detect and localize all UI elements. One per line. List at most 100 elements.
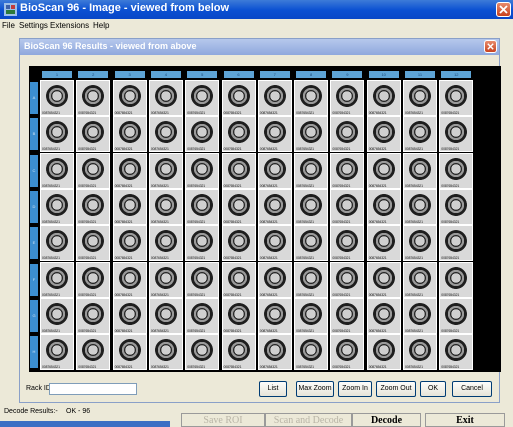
tube-cell[interactable]: 0087654321 xyxy=(185,297,220,334)
exit-button[interactable]: Exit xyxy=(425,413,505,427)
menu-help[interactable]: Help xyxy=(93,21,109,30)
tube-cell[interactable]: 0087654321 xyxy=(439,116,474,153)
tube-cell[interactable]: 0087654321 xyxy=(221,261,256,298)
column-header[interactable]: 1 xyxy=(42,71,72,78)
tube-cell[interactable]: 0087654321 xyxy=(148,225,183,262)
tube-cell[interactable]: 0087654321 xyxy=(403,152,437,189)
tube-cell[interactable]: 0087654321 xyxy=(148,188,183,225)
tube-cell[interactable]: 0087654321 xyxy=(366,261,401,298)
tube-cell[interactable]: 0087654321 xyxy=(330,188,365,225)
scan-and-decode-button[interactable]: Scan and Decode xyxy=(265,413,352,427)
column-header[interactable]: 3 xyxy=(114,71,145,78)
tube-cell[interactable]: 0087654321 xyxy=(221,297,256,334)
tube-cell[interactable]: 0087654321 xyxy=(148,334,183,371)
tube-cell[interactable]: 0087654321 xyxy=(439,225,474,262)
tube-cell[interactable]: 0087654321 xyxy=(185,225,220,262)
row-header[interactable]: D xyxy=(30,190,38,223)
tube-cell[interactable]: 0087654321 xyxy=(76,297,111,334)
tube-cell[interactable]: 0087654321 xyxy=(294,334,329,371)
tube-cell[interactable]: 0087654321 xyxy=(76,225,111,262)
results-close-button[interactable] xyxy=(484,40,497,53)
column-header[interactable]: 11 xyxy=(405,71,435,78)
column-header[interactable]: 4 xyxy=(150,71,181,78)
tube-cell[interactable]: 0087654321 xyxy=(40,261,74,298)
decode-button[interactable]: Decode xyxy=(352,413,421,427)
tube-cell[interactable]: 0087654321 xyxy=(40,334,74,371)
tube-cell[interactable]: 0087654321 xyxy=(403,261,437,298)
row-header[interactable]: C xyxy=(30,154,38,187)
tube-cell[interactable]: 0087654321 xyxy=(148,261,183,298)
tube-cell[interactable]: 0087654321 xyxy=(148,80,183,116)
tube-cell[interactable]: 0087654321 xyxy=(221,334,256,371)
tube-cell[interactable]: 0087654321 xyxy=(366,334,401,371)
tube-cell[interactable]: 0087654321 xyxy=(257,152,292,189)
tube-cell[interactable]: 0087654321 xyxy=(403,225,437,262)
tube-cell[interactable]: 0087654321 xyxy=(403,116,437,153)
main-title-bar[interactable]: BioScan 96 - Image - viewed from below xyxy=(0,0,513,19)
tube-cell[interactable]: 0087654321 xyxy=(366,152,401,189)
tube-cell[interactable]: 0087654321 xyxy=(76,80,111,116)
tube-cell[interactable]: 0087654321 xyxy=(294,116,329,153)
tube-cell[interactable]: 0087654321 xyxy=(112,188,147,225)
list-button[interactable]: List xyxy=(259,381,287,397)
tube-cell[interactable]: 0087654321 xyxy=(330,152,365,189)
tube-cell[interactable]: 0087654321 xyxy=(257,225,292,262)
column-header[interactable]: 7 xyxy=(259,71,290,78)
tube-cell[interactable]: 0087654321 xyxy=(221,225,256,262)
menu-file[interactable]: File xyxy=(2,21,15,30)
tube-cell[interactable]: 0087654321 xyxy=(439,152,474,189)
tube-cell[interactable]: 0087654321 xyxy=(366,80,401,116)
tube-cell[interactable]: 0087654321 xyxy=(40,225,74,262)
results-title-bar[interactable]: BioScan 96 Results - viewed from above xyxy=(20,39,499,55)
zoom-in-button[interactable]: Zoom In xyxy=(338,381,372,397)
tube-cell[interactable]: 0087654321 xyxy=(257,261,292,298)
tube-cell[interactable]: 0087654321 xyxy=(148,116,183,153)
column-header[interactable]: 6 xyxy=(223,71,254,78)
column-header[interactable]: 8 xyxy=(296,71,327,78)
zoom-out-button[interactable]: Zoom Out xyxy=(376,381,416,397)
tube-cell[interactable]: 0087654321 xyxy=(148,152,183,189)
row-header[interactable]: H xyxy=(30,336,38,369)
tube-cell[interactable]: 0087654321 xyxy=(403,297,437,334)
tube-cell[interactable]: 0087654321 xyxy=(112,225,147,262)
row-header[interactable]: E xyxy=(30,227,38,260)
tube-cell[interactable]: 0087654321 xyxy=(185,188,220,225)
tube-cell[interactable]: 0087654321 xyxy=(185,334,220,371)
tube-cell[interactable]: 0087654321 xyxy=(112,297,147,334)
tube-cell[interactable]: 0087654321 xyxy=(185,152,220,189)
tube-cell[interactable]: 0087654321 xyxy=(40,152,74,189)
tube-cell[interactable]: 0087654321 xyxy=(257,334,292,371)
tube-cell[interactable]: 0087654321 xyxy=(294,152,329,189)
row-header[interactable]: F xyxy=(30,263,38,296)
tube-cell[interactable]: 0087654321 xyxy=(366,297,401,334)
tube-cell[interactable]: 0087654321 xyxy=(403,334,437,371)
window-close-button[interactable] xyxy=(496,2,511,17)
tube-cell[interactable]: 0087654321 xyxy=(221,152,256,189)
tube-cell[interactable]: 0087654321 xyxy=(76,116,111,153)
tube-cell[interactable]: 0087654321 xyxy=(40,116,74,153)
tube-cell[interactable]: 0087654321 xyxy=(294,80,329,116)
tube-cell[interactable]: 0087654321 xyxy=(40,188,74,225)
tube-cell[interactable]: 0087654321 xyxy=(257,116,292,153)
tube-cell[interactable]: 0087654321 xyxy=(148,297,183,334)
tube-cell[interactable]: 0087654321 xyxy=(330,261,365,298)
tube-cell[interactable]: 0087654321 xyxy=(366,188,401,225)
tube-cell[interactable]: 0087654321 xyxy=(294,225,329,262)
rack-id-input[interactable] xyxy=(49,383,137,395)
column-header[interactable]: 5 xyxy=(187,71,218,78)
tube-cell[interactable]: 0087654321 xyxy=(257,80,292,116)
tube-cell[interactable]: 0087654321 xyxy=(76,152,111,189)
tube-cell[interactable]: 0087654321 xyxy=(112,261,147,298)
tube-cell[interactable]: 0087654321 xyxy=(185,80,220,116)
tube-cell[interactable]: 0087654321 xyxy=(294,188,329,225)
tube-cell[interactable]: 0087654321 xyxy=(185,116,220,153)
tube-cell[interactable]: 0087654321 xyxy=(112,80,147,116)
tube-cell[interactable]: 0087654321 xyxy=(366,225,401,262)
tube-cell[interactable]: 0087654321 xyxy=(330,116,365,153)
row-header[interactable]: B xyxy=(30,118,38,151)
tube-cell[interactable]: 0087654321 xyxy=(439,188,474,225)
tube-cell[interactable]: 0087654321 xyxy=(185,261,220,298)
tube-cell[interactable]: 0087654321 xyxy=(76,188,111,225)
tube-cell[interactable]: 0087654321 xyxy=(221,116,256,153)
row-header[interactable]: A xyxy=(30,82,38,114)
